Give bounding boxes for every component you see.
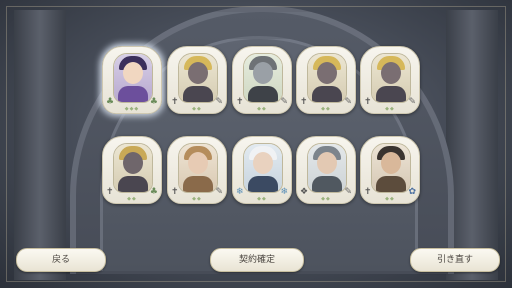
confirm-contract-button[interactable]: 契約確定 [210,248,304,272]
rarity-stars: ◆◆ [192,196,202,202]
character-card-8[interactable]: ❄ ❄ ◆◆ [232,136,292,204]
rarity-stars: ◆◆ [192,106,202,112]
rarity-stars: ◆◆◆ [124,106,140,112]
character-portrait [371,143,411,193]
character-portrait [243,143,283,193]
character-card-9[interactable]: ❖ ✎ ◆◆ [296,136,356,204]
character-card-10[interactable]: ✝ ✿ ◆◆ [360,136,420,204]
character-card-7[interactable]: ✝ ✎ ◆◆ [167,136,227,204]
rarity-stars: ◆◆ [385,196,395,202]
rarity-stars: ◆◆ [127,196,137,202]
rarity-stars: ◆◆ [385,106,395,112]
character-card-6[interactable]: ✝ ♣ ◆◆ [102,136,162,204]
character-card-5[interactable]: ✝ ✎ ◆◆ [360,46,420,114]
character-portrait [371,53,411,103]
character-portrait [307,53,347,103]
character-portrait [243,53,283,103]
character-card-3[interactable]: ✝ ✎ ◆◆ [232,46,292,114]
back-button[interactable]: 戻る [16,248,106,272]
rarity-stars: ◆◆ [321,196,331,202]
rarity-stars: ◆◆ [321,106,331,112]
character-portrait [178,143,218,193]
character-portrait [113,53,153,103]
character-card-1[interactable]: ♣ ♣ ◆◆◆ [102,46,162,114]
character-portrait [113,143,153,193]
character-card-4[interactable]: ✝ ✎ ◆◆ [296,46,356,114]
character-card-2[interactable]: ✝ ✎ ◆◆ [167,46,227,114]
character-portrait [178,53,218,103]
rarity-stars: ◆◆ [257,106,267,112]
rarity-stars: ◆◆ [257,196,267,202]
redraw-button[interactable]: 引き直す [410,248,500,272]
character-portrait [307,143,347,193]
